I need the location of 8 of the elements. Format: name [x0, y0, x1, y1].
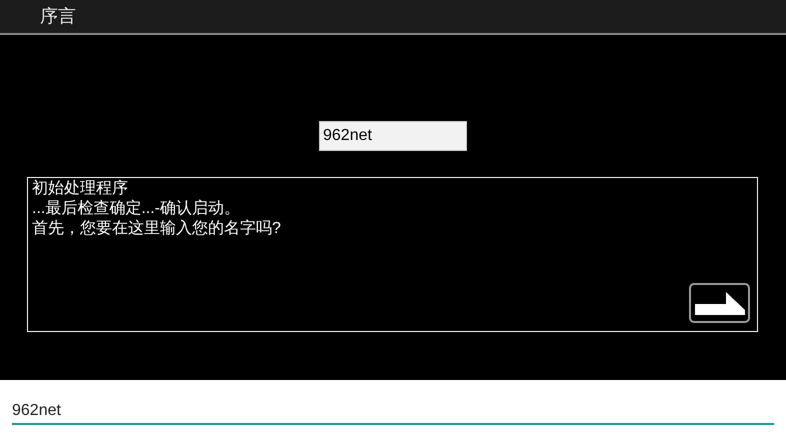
dialog-text-line: ...最后检查确定...-确认启动。 — [32, 199, 241, 219]
text-input-field[interactable]: 962net — [0, 380, 786, 442]
window-title: 序言 — [40, 5, 76, 28]
next-button[interactable] — [689, 283, 750, 323]
dialog-text-line: 初始处理程序 — [32, 179, 129, 199]
arrow-icon — [694, 290, 746, 316]
name-input-field[interactable]: 962net — [319, 121, 467, 151]
dialog-text-line: 首先，您要在这里输入您的名字吗? — [32, 219, 282, 239]
